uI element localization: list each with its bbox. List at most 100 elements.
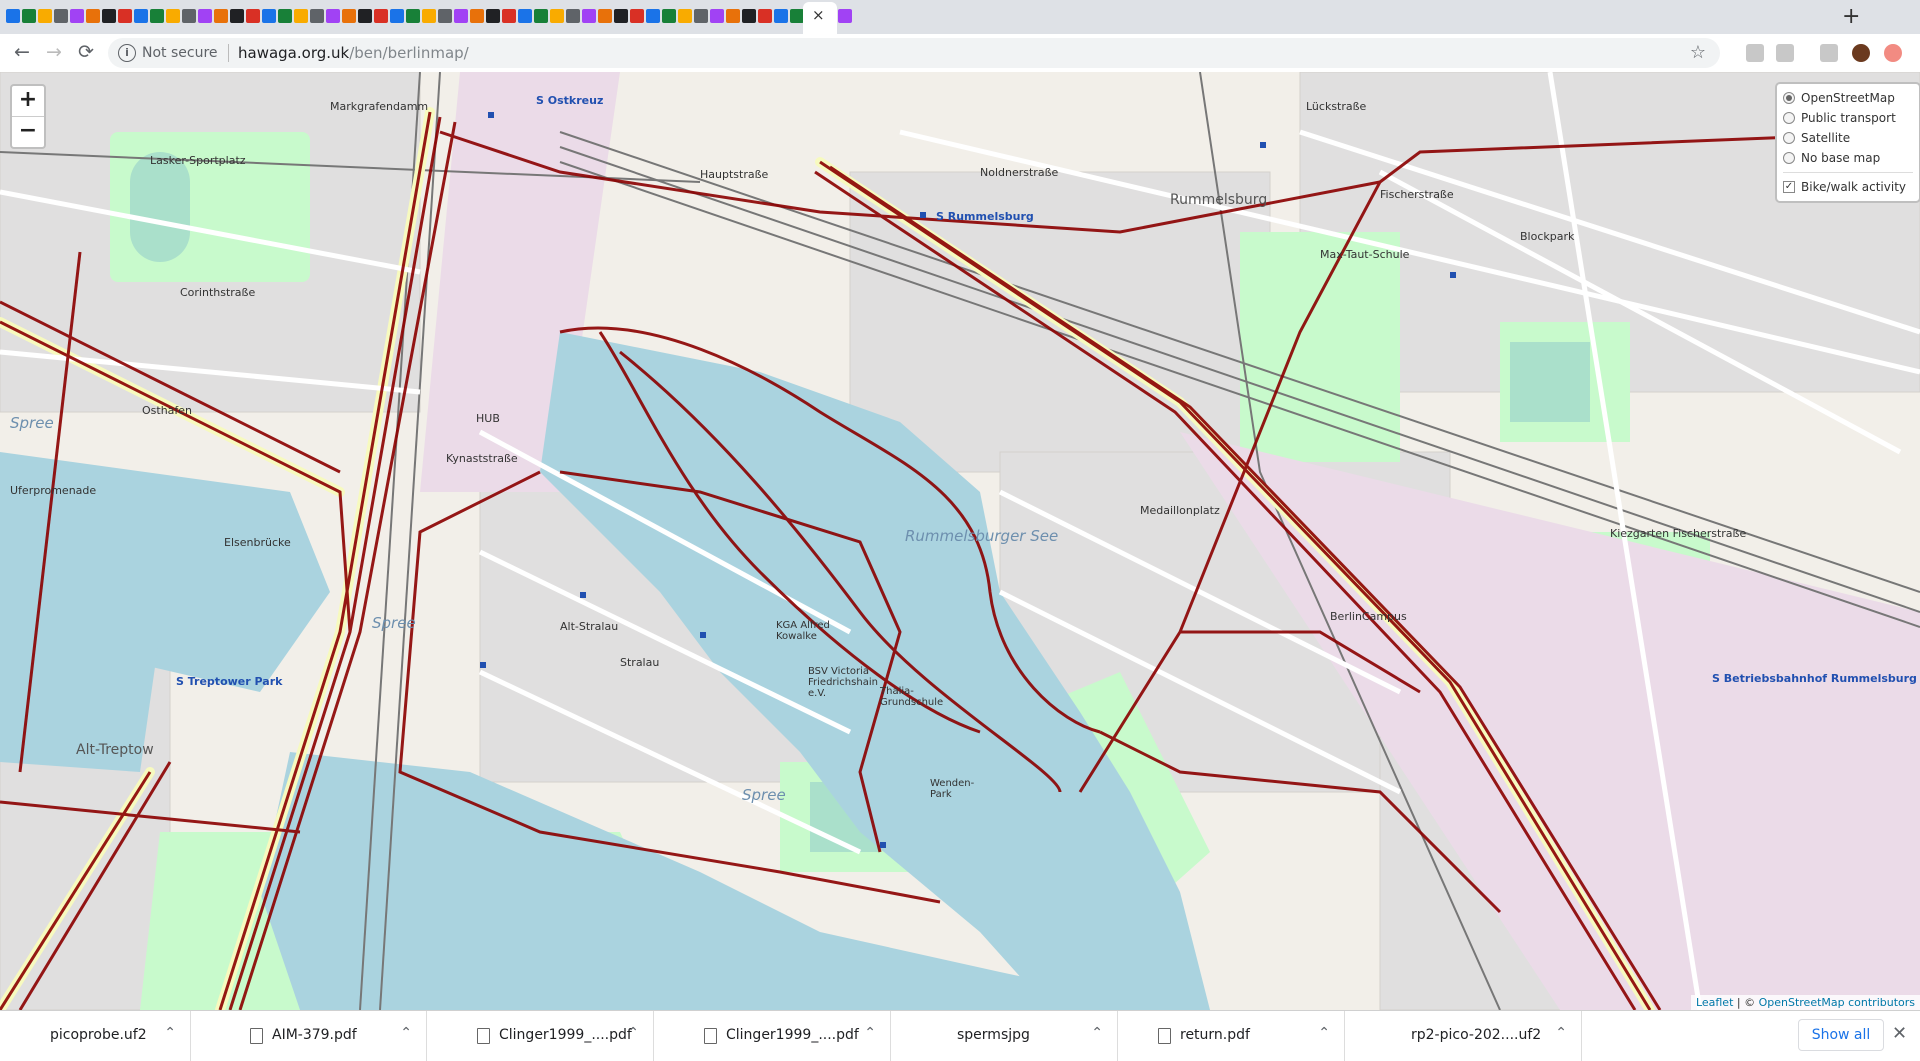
tab-favicon[interactable] xyxy=(70,9,84,23)
tab-favicon[interactable] xyxy=(118,9,132,23)
tab-favicon[interactable] xyxy=(310,9,324,23)
tab-favicon[interactable] xyxy=(102,9,116,23)
tab-favicon[interactable] xyxy=(838,9,852,23)
not-secure-label[interactable]: Not secure xyxy=(142,45,218,61)
url-text[interactable]: hawaga.org.uk/ben/berlinmap/ xyxy=(238,44,469,62)
new-tab-button[interactable]: + xyxy=(1842,4,1860,29)
park-label: Wenden-Park xyxy=(930,778,975,800)
radio-button[interactable] xyxy=(1783,112,1795,124)
tab-favicon[interactable] xyxy=(438,9,452,23)
map-container[interactable]: Rummelsburg Rummelsburger See Max-Taut-S… xyxy=(0,72,1920,1010)
tab-favicon[interactable] xyxy=(358,9,372,23)
tab-favicon[interactable] xyxy=(166,9,180,23)
avatar[interactable] xyxy=(1852,44,1870,62)
chevron-up-icon[interactable]: ⌃ xyxy=(164,1025,176,1041)
download-item[interactable]: rp2-pico-202....uf2 ⌃ xyxy=(1371,1011,1582,1061)
tab-favicon[interactable] xyxy=(198,9,212,23)
close-tab-icon[interactable]: × xyxy=(812,6,825,24)
download-item[interactable]: spermsjpg ⌃ xyxy=(917,1011,1118,1061)
tab-favicon[interactable] xyxy=(390,9,404,23)
download-item[interactable]: Clinger1999_....pdf ⌃ xyxy=(690,1011,891,1061)
tab-favicon[interactable] xyxy=(262,9,276,23)
tab-favicon[interactable] xyxy=(486,9,500,23)
tab-favicon[interactable] xyxy=(614,9,628,23)
tab-favicon[interactable] xyxy=(790,9,804,23)
download-item[interactable]: picoprobe.uf2 ⌃ xyxy=(0,1011,191,1061)
tab-favicon[interactable] xyxy=(406,9,420,23)
tab-favicon[interactable] xyxy=(742,9,756,23)
tab-favicon[interactable] xyxy=(550,9,564,23)
tab-favicon[interactable] xyxy=(662,9,676,23)
tab-favicon[interactable] xyxy=(150,9,164,23)
tab-favicon[interactable] xyxy=(38,9,52,23)
tab-favicon[interactable] xyxy=(374,9,388,23)
tab-favicon[interactable] xyxy=(470,9,484,23)
extension-icon[interactable] xyxy=(1746,44,1764,62)
tab-favicon[interactable] xyxy=(6,9,20,23)
back-button[interactable]: ← xyxy=(10,41,34,63)
tab-favicon[interactable] xyxy=(726,9,740,23)
leaflet-link[interactable]: Leaflet xyxy=(1696,996,1733,1009)
tab-favicon[interactable] xyxy=(342,9,356,23)
tab-favicon[interactable] xyxy=(518,9,532,23)
chevron-up-icon[interactable]: ⌃ xyxy=(1091,1025,1103,1041)
tab-favicon[interactable] xyxy=(278,9,292,23)
zoom-in-button[interactable]: + xyxy=(12,86,44,117)
site-info-icon[interactable]: i xyxy=(118,44,136,62)
forward-button[interactable]: → xyxy=(42,41,66,63)
tab-favicon[interactable] xyxy=(582,9,596,23)
tab-favicon[interactable] xyxy=(214,9,228,23)
tab-favicon[interactable] xyxy=(86,9,100,23)
layer-option-openstreetmap[interactable]: OpenStreetMap xyxy=(1783,88,1913,108)
radio-button[interactable] xyxy=(1783,92,1795,104)
show-all-button[interactable]: Show all xyxy=(1798,1019,1884,1051)
tab-favicon[interactable] xyxy=(326,9,340,23)
chevron-up-icon[interactable]: ⌃ xyxy=(1318,1025,1330,1041)
chevron-up-icon[interactable]: ⌃ xyxy=(400,1025,412,1041)
tab-favicon[interactable] xyxy=(454,9,468,23)
tab-favicon[interactable] xyxy=(566,9,580,23)
tab-favicon[interactable] xyxy=(774,9,788,23)
tab-favicon[interactable] xyxy=(246,9,260,23)
tab-favicon[interactable] xyxy=(502,9,516,23)
tab-favicons[interactable] xyxy=(6,9,852,25)
tab-favicon[interactable] xyxy=(598,9,612,23)
osm-link[interactable]: OpenStreetMap contributors xyxy=(1759,996,1915,1009)
chevron-up-icon[interactable]: ⌃ xyxy=(864,1025,876,1041)
tab-favicon[interactable] xyxy=(710,9,724,23)
download-item[interactable]: Clinger1999_....pdf ⌃ xyxy=(463,1011,654,1061)
tab-favicon[interactable] xyxy=(534,9,548,23)
tab-favicon[interactable] xyxy=(646,9,660,23)
layer-option-satellite[interactable]: Satellite xyxy=(1783,128,1913,148)
close-downloads-icon[interactable]: ✕ xyxy=(1892,1023,1907,1044)
layer-option-public-transport[interactable]: Public transport xyxy=(1783,108,1913,128)
tab-favicon[interactable] xyxy=(422,9,436,23)
extension-icon[interactable] xyxy=(1820,44,1838,62)
download-item[interactable]: return.pdf ⌃ xyxy=(1144,1011,1345,1061)
reload-button[interactable]: ⟳ xyxy=(74,41,98,63)
tab-favicon[interactable] xyxy=(22,9,36,23)
tab-favicon[interactable] xyxy=(694,9,708,23)
radio-button[interactable] xyxy=(1783,152,1795,164)
tab-favicon[interactable] xyxy=(630,9,644,23)
chevron-up-icon[interactable]: ⌃ xyxy=(1555,1025,1567,1041)
tab-favicon[interactable] xyxy=(134,9,148,23)
address-bar[interactable]: i Not secure hawaga.org.uk/ben/berlinmap… xyxy=(108,38,1720,68)
zoom-out-button[interactable]: − xyxy=(12,117,44,147)
radio-button[interactable] xyxy=(1783,132,1795,144)
tab-favicon[interactable] xyxy=(230,9,244,23)
tab-favicon[interactable] xyxy=(758,9,772,23)
layer-option-no-base-map[interactable]: No base map xyxy=(1783,148,1913,168)
chevron-up-icon[interactable]: ⌃ xyxy=(627,1025,639,1041)
update-icon[interactable] xyxy=(1884,44,1902,62)
tab-favicon[interactable] xyxy=(182,9,196,23)
extension-icon[interactable] xyxy=(1776,44,1794,62)
checkbox[interactable]: ✓ xyxy=(1783,181,1795,193)
garden-label: Kiezgarten Fischerstraße xyxy=(1610,527,1747,540)
tab-favicon[interactable] xyxy=(294,9,308,23)
download-item[interactable]: AIM-379.pdf ⌃ xyxy=(236,1011,427,1061)
overlay-option-activity[interactable]: ✓ Bike/walk activity xyxy=(1783,177,1913,197)
tab-favicon[interactable] xyxy=(678,9,692,23)
bookmark-star-icon[interactable]: ☆ xyxy=(1690,42,1706,63)
tab-favicon[interactable] xyxy=(54,9,68,23)
